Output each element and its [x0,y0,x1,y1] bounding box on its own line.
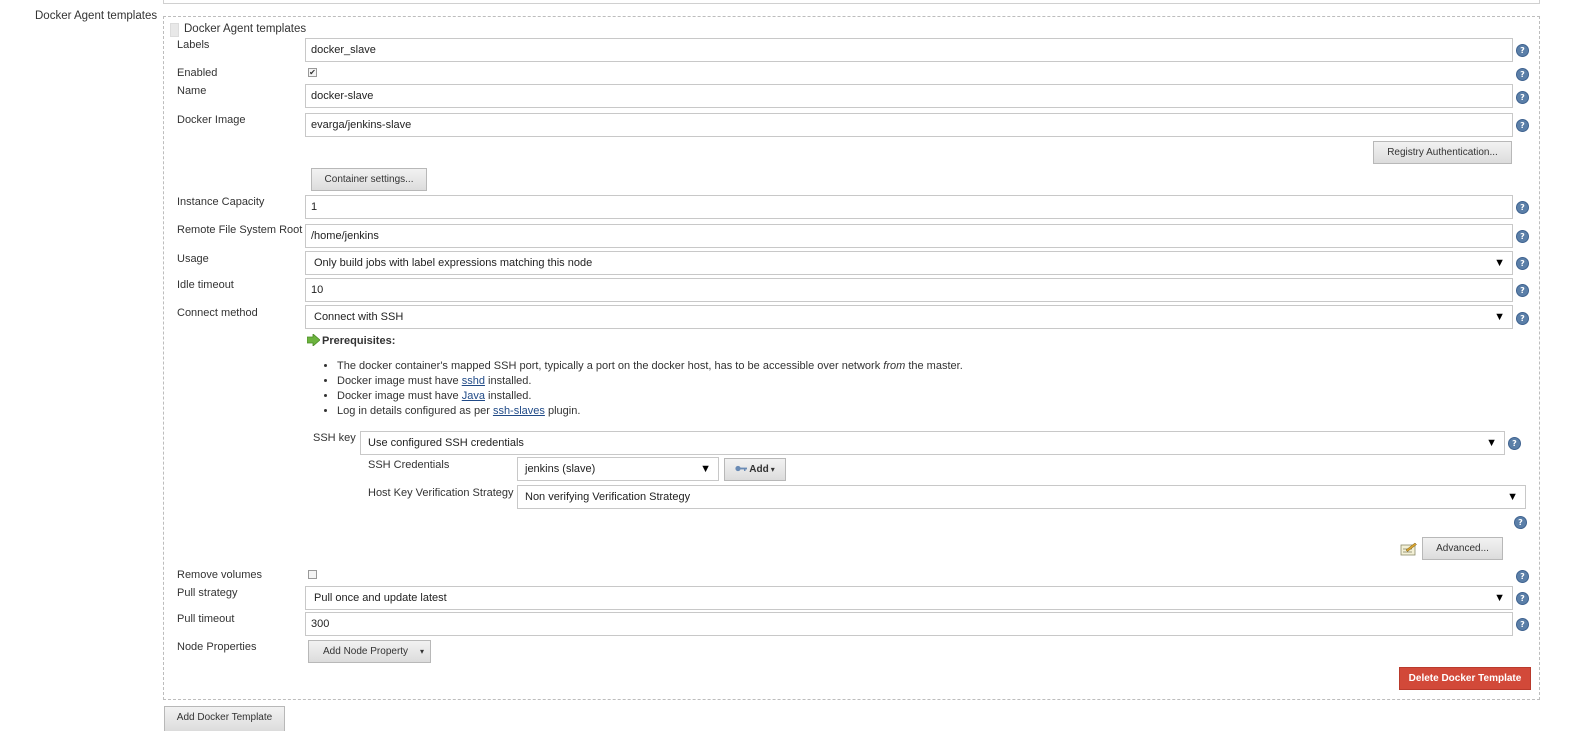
ssh-credentials-select[interactable]: jenkins (slave) [517,457,719,481]
node-properties-label: Node Properties [177,641,257,653]
java-link[interactable]: Java [462,390,485,402]
prerequisites-list: The docker container's mapped SSH port, … [322,359,963,419]
container-settings-button[interactable]: Container settings... [311,168,427,191]
enabled-label: Enabled [177,67,218,79]
help-icon[interactable]: ? [1516,570,1529,583]
advanced-button[interactable]: Advanced... [1422,537,1503,560]
name-input[interactable]: docker-slave [305,84,1513,108]
usage-select[interactable]: Only build jobs with label expressions m… [305,251,1513,275]
help-icon[interactable]: ? [1516,91,1529,104]
previous-section-border [163,0,1540,4]
pull-timeout-label: Pull timeout [177,613,235,625]
add-docker-template-button[interactable]: Add Docker Template [164,706,285,731]
ssh-credentials-label: SSH Credentials [368,459,450,471]
list-item: Docker image must have sshd installed. [337,374,963,389]
help-icon[interactable]: ? [1516,618,1529,631]
help-icon[interactable]: ? [1514,516,1527,529]
help-icon[interactable]: ? [1516,44,1529,57]
ssh-key-label: SSH key [313,432,356,444]
caret-down-icon: ▾ [419,647,424,656]
help-icon[interactable]: ? [1516,201,1529,214]
key-icon [735,459,748,480]
add-credentials-button[interactable]: Add ▾ [724,458,786,481]
pull-strategy-label: Pull strategy [177,587,238,599]
pull-strategy-select[interactable]: Pull once and update latest [305,586,1513,610]
grip-handle-icon[interactable] [170,23,179,37]
list-item: Log in details configured as per ssh-sla… [337,404,963,419]
registry-authentication-button[interactable]: Registry Authentication... [1373,141,1512,164]
notepad-icon [1400,542,1417,559]
remove-volumes-label: Remove volumes [177,569,262,581]
connect-method-label: Connect method [177,307,258,319]
help-icon[interactable]: ? [1516,592,1529,605]
connect-method-select[interactable]: Connect with SSH [305,305,1513,329]
usage-label: Usage [177,253,209,265]
help-icon[interactable]: ? [1516,312,1529,325]
name-label: Name [177,85,207,97]
remove-volumes-checkbox[interactable] [308,570,317,579]
help-icon[interactable]: ? [1516,68,1529,81]
help-icon[interactable]: ? [1508,437,1521,450]
instance-capacity-label: Instance Capacity [177,196,265,208]
list-item: The docker container's mapped SSH port, … [337,359,963,374]
ssh-key-select[interactable]: Use configured SSH credentials [360,431,1505,455]
idle-timeout-label: Idle timeout [177,279,234,291]
labels-input[interactable]: docker_slave [305,38,1513,62]
help-icon[interactable]: ? [1516,257,1529,270]
instance-capacity-input[interactable]: 1 [305,195,1513,219]
docker-image-label: Docker Image [177,114,246,126]
help-icon[interactable]: ? [1516,119,1529,132]
pull-timeout-input[interactable]: 300 [305,612,1513,636]
green-arrow-icon [306,333,321,349]
prerequisites-title: Prerequisites: [322,335,396,347]
host-key-strategy-select[interactable]: Non verifying Verification Strategy [517,485,1526,509]
section-label: Docker Agent templates [35,10,158,22]
caret-down-icon: ▾ [770,465,775,475]
delete-docker-template-button[interactable]: Delete Docker Template [1399,667,1531,690]
help-icon[interactable]: ? [1516,284,1529,297]
labels-label: Labels [177,39,210,51]
ssh-slaves-link[interactable]: ssh-slaves [493,405,545,417]
add-node-property-button[interactable]: Add Node Property ▾ [308,640,431,663]
remote-fs-root-input[interactable]: /home/jenkins [305,224,1513,248]
sshd-link[interactable]: sshd [462,375,485,387]
list-item: Docker image must have Java installed. [337,389,963,404]
help-icon[interactable]: ? [1516,230,1529,243]
docker-image-input[interactable]: evarga/jenkins-slave [305,113,1513,137]
host-key-strategy-label: Host Key Verification Strategy [368,487,514,499]
enabled-checkbox[interactable]: ✔ [308,68,317,77]
idle-timeout-input[interactable]: 10 [305,278,1513,302]
template-header: Docker Agent templates [184,23,307,35]
remote-fs-root-label: Remote File System Root [177,224,303,236]
